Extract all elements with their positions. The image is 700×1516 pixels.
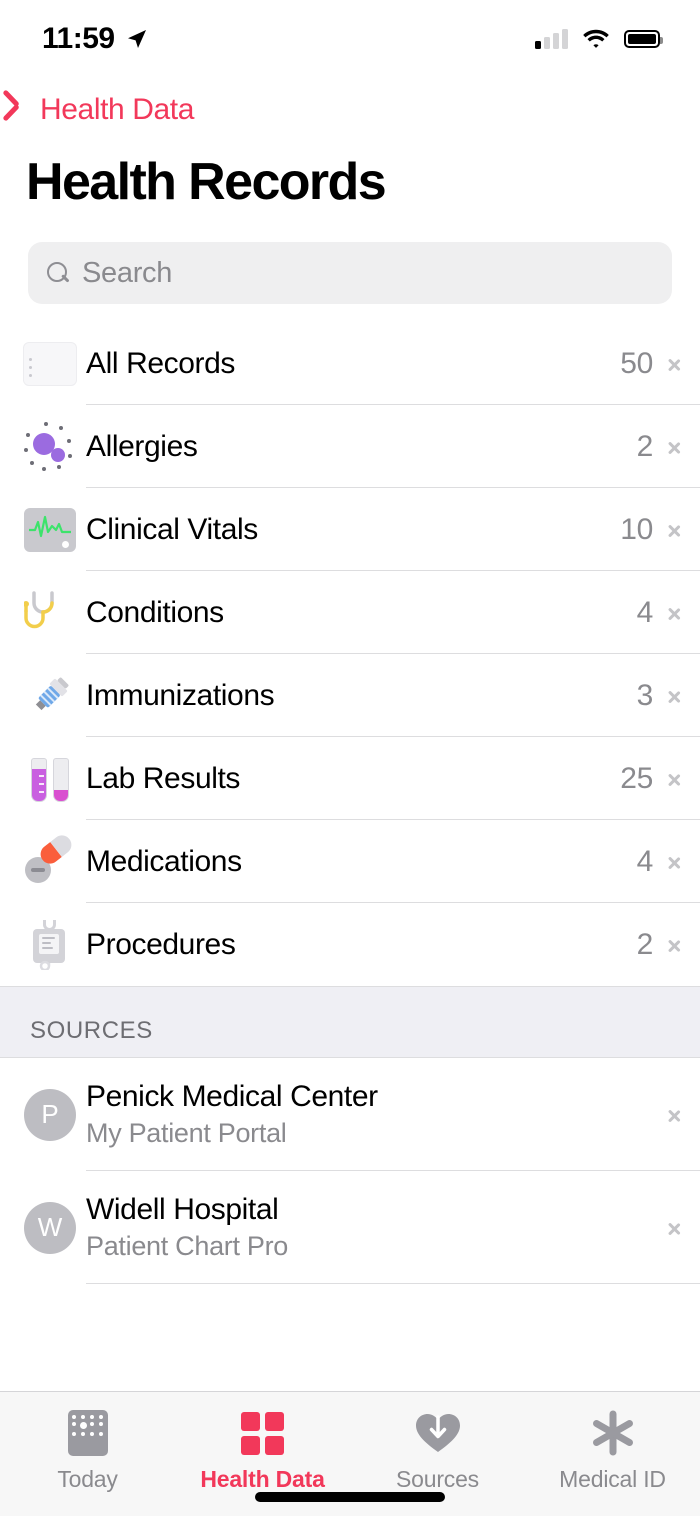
status-bar-right [535, 28, 663, 50]
records-row-count: 25 [620, 761, 653, 795]
sources-section-title: SOURCES [30, 1017, 153, 1044]
cellular-signal-icon [535, 29, 568, 49]
source-subtitle: My Patient Portal [86, 1118, 287, 1148]
records-row-count: 10 [620, 512, 653, 546]
records-row-label: All Records [86, 346, 235, 380]
records-row-clinical-vitals[interactable]: Clinical Vitals 10 [0, 488, 700, 571]
source-row-penick-medical-center[interactable]: P Penick Medical Center My Patient Porta… [0, 1058, 700, 1171]
vitals-monitor-icon [14, 500, 86, 560]
chevron-left-icon [14, 92, 36, 128]
source-row-widell-hospital[interactable]: W Widell Hospital Patient Chart Pro [0, 1171, 700, 1284]
back-button-label: Health Data [40, 93, 195, 126]
chevron-right-icon [669, 685, 682, 707]
records-row-all-records[interactable]: All Records 50 [0, 322, 700, 405]
home-indicator[interactable] [255, 1492, 445, 1502]
chevron-right-icon [669, 353, 682, 375]
records-row-count: 4 [636, 844, 654, 878]
source-name: Widell Hospital [86, 1193, 279, 1226]
records-row-count: 50 [620, 346, 653, 380]
records-row-count: 2 [636, 429, 654, 463]
search-input[interactable] [82, 256, 654, 290]
records-row-lab-results[interactable]: Lab Results 25 [0, 737, 700, 820]
records-row-label: Lab Results [86, 761, 241, 795]
chevron-right-icon [669, 1217, 682, 1239]
tab-health-data-label: Health Data [200, 1466, 325, 1492]
records-row-count: 4 [636, 595, 654, 629]
iv-bag-icon [14, 915, 86, 975]
records-row-allergies[interactable]: Allergies 2 [0, 405, 700, 488]
page-title: Health Records [26, 153, 387, 211]
avatar-initial: W [24, 1201, 76, 1254]
avatar: P [14, 1088, 86, 1141]
records-document-icon [14, 334, 86, 394]
battery-full-icon [624, 30, 663, 48]
records-row-label: Clinical Vitals [86, 512, 258, 546]
avatar: W [14, 1201, 86, 1254]
records-list: All Records 50 Allergies 2 Clinical Vita… [0, 322, 700, 986]
records-row-count: 2 [636, 927, 654, 961]
source-subtitle: Patient Chart Pro [86, 1231, 289, 1261]
records-row-medications[interactable]: Medications 4 [0, 820, 700, 903]
tab-sources-label: Sources [396, 1466, 479, 1492]
status-bar: 11:59 [0, 0, 700, 78]
records-row-label: Immunizations [86, 678, 275, 712]
chevron-right-icon [669, 934, 682, 956]
status-bar-left: 11:59 [42, 22, 149, 56]
back-button[interactable]: Health Data [0, 78, 700, 134]
tab-today-label: Today [57, 1466, 118, 1492]
chevron-right-icon [669, 436, 682, 458]
medical-id-asterisk-icon [589, 1409, 637, 1457]
chevron-right-icon [669, 519, 682, 541]
heart-download-icon [414, 1409, 462, 1457]
status-bar-clock: 11:59 [42, 22, 115, 55]
records-row-procedures[interactable]: Procedures 2 [0, 903, 700, 986]
stethoscope-icon [14, 583, 86, 643]
records-row-label: Procedures [86, 927, 236, 961]
syringe-icon [14, 666, 86, 726]
sources-section-header: SOURCES [0, 986, 700, 1058]
search-icon [46, 261, 70, 285]
app-screen: 11:59 Health Data Health Records Search … [0, 0, 700, 1516]
test-tubes-icon [14, 749, 86, 809]
wifi-icon [583, 29, 609, 48]
chevron-right-icon [669, 602, 682, 624]
search-bar[interactable] [28, 242, 672, 304]
health-data-icon [239, 1409, 287, 1457]
avatar-initial: P [24, 1088, 76, 1141]
records-row-label: Allergies [86, 429, 198, 463]
records-row-label: Medications [86, 844, 242, 878]
allergies-particles-icon [14, 417, 86, 477]
pills-icon [14, 831, 86, 892]
source-name: Penick Medical Center [86, 1080, 378, 1113]
records-row-count: 3 [636, 678, 654, 712]
records-row-label: Conditions [86, 595, 224, 629]
chevron-right-icon [669, 851, 682, 873]
tab-medical-id[interactable]: Medical ID [525, 1392, 700, 1516]
chevron-right-icon [669, 1104, 682, 1126]
chevron-right-icon [669, 768, 682, 790]
tab-medical-id-label: Medical ID [559, 1466, 666, 1492]
search-container [0, 212, 700, 322]
content-spacer [0, 1284, 700, 1391]
location-arrow-icon [127, 30, 146, 48]
tab-today[interactable]: Today [0, 1392, 175, 1516]
records-row-conditions[interactable]: Conditions 4 [0, 571, 700, 654]
records-row-immunizations[interactable]: Immunizations 3 [0, 654, 700, 737]
calendar-icon [64, 1409, 112, 1457]
